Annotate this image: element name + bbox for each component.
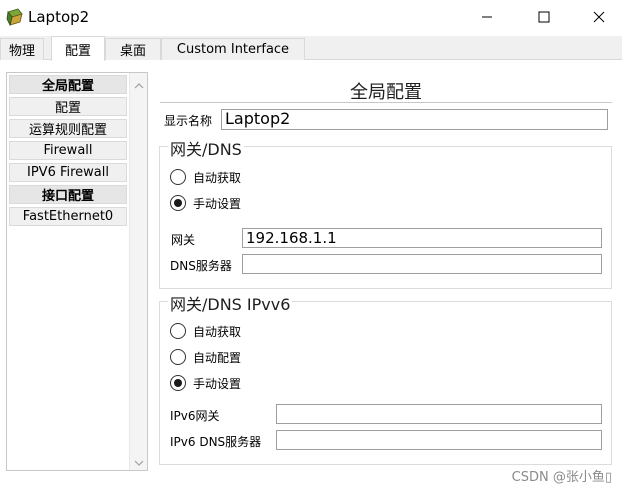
ipv6-auto-label: 自动获取 xyxy=(193,324,242,339)
radio-button-checked[interactable] xyxy=(170,375,186,391)
radio-button[interactable] xyxy=(170,323,186,339)
gateway-manual-option[interactable]: 手动设置 xyxy=(170,194,241,212)
ipv6-dns-server-label: IPv6 DNS服务器 xyxy=(170,435,262,449)
gateway-input[interactable]: 192.168.1.1 xyxy=(242,228,602,248)
ipv6-dns-server-input[interactable] xyxy=(276,430,602,450)
display-name-input[interactable]: Laptop2 xyxy=(221,109,608,130)
ipv6-manual-label: 手动设置 xyxy=(193,376,242,391)
close-icon xyxy=(593,11,605,23)
sidebar-item-firewall[interactable]: Firewall xyxy=(9,141,127,160)
gateway-dns-legend: 网关/DNS xyxy=(168,136,244,160)
radio-button-checked[interactable] xyxy=(170,195,186,211)
gateway-auto-option[interactable]: 自动获取 xyxy=(170,168,241,186)
ipv6-gateway-label: IPv6网关 xyxy=(170,409,220,423)
minimize-button[interactable] xyxy=(464,2,510,32)
title-bar: Laptop2 xyxy=(0,0,622,36)
maximize-icon xyxy=(538,11,550,23)
sidebar-item-algorithm-settings[interactable]: 运算规则配置 xyxy=(9,119,127,138)
gateway-dns-ipv6-legend: 网关/DNS IPvv6 xyxy=(168,291,293,315)
csdn-watermark: CSDN @张小鱼▯ xyxy=(511,470,612,485)
dns-server-input[interactable] xyxy=(242,254,602,274)
ipv6-gateway-input[interactable] xyxy=(276,404,602,424)
window-title: Laptop2 xyxy=(28,8,90,26)
ipv6-manual-option[interactable]: 手动设置 xyxy=(170,374,241,392)
close-button[interactable] xyxy=(576,2,622,32)
radio-button[interactable] xyxy=(170,169,186,185)
minimize-icon xyxy=(481,11,493,23)
scroll-up-icon[interactable] xyxy=(134,79,144,89)
radio-button[interactable] xyxy=(170,349,186,365)
panel-title: 全局配置 xyxy=(350,82,422,103)
gateway-auto-label: 自动获取 xyxy=(193,170,242,185)
tab-config[interactable]: 配置 xyxy=(51,36,105,61)
gateway-label: 网关 xyxy=(171,233,196,247)
dns-server-label: DNS服务器 xyxy=(170,259,232,273)
sidebar-header-interface: 接口配置 xyxy=(9,185,127,204)
sidebar-item-settings[interactable]: 配置 xyxy=(9,97,127,116)
sidebar-header-global: 全局配置 xyxy=(9,75,127,94)
sidebar-scrollbar[interactable] xyxy=(129,73,147,470)
config-content: 全局配置 配置 运算规则配置 Firewall IPV6 Firewall 接口… xyxy=(0,60,622,493)
ipv6-autoconfig-option[interactable]: 自动配置 xyxy=(170,348,241,366)
laptop-app-icon xyxy=(6,8,24,27)
title-divider xyxy=(160,102,612,103)
gateway-manual-label: 手动设置 xyxy=(193,196,242,211)
config-sidebar: 全局配置 配置 运算规则配置 Firewall IPV6 Firewall 接口… xyxy=(6,72,148,471)
maximize-button[interactable] xyxy=(521,2,567,32)
tab-strip: 物理 配置 桌面 Custom Interface xyxy=(0,36,622,61)
tab-custom-interface[interactable]: Custom Interface xyxy=(161,38,305,60)
display-name-label: 显示名称 xyxy=(164,114,213,128)
ipv6-autoconfig-label: 自动配置 xyxy=(193,350,242,365)
sidebar-item-ipv6-firewall[interactable]: IPV6 Firewall xyxy=(9,163,127,182)
tab-physical[interactable]: 物理 xyxy=(0,38,44,60)
tab-desktop[interactable]: 桌面 xyxy=(105,38,161,60)
ipv6-auto-option[interactable]: 自动获取 xyxy=(170,322,241,340)
sidebar-item-fastethernet0[interactable]: FastEthernet0 xyxy=(9,207,127,226)
scroll-down-icon[interactable] xyxy=(134,456,144,466)
